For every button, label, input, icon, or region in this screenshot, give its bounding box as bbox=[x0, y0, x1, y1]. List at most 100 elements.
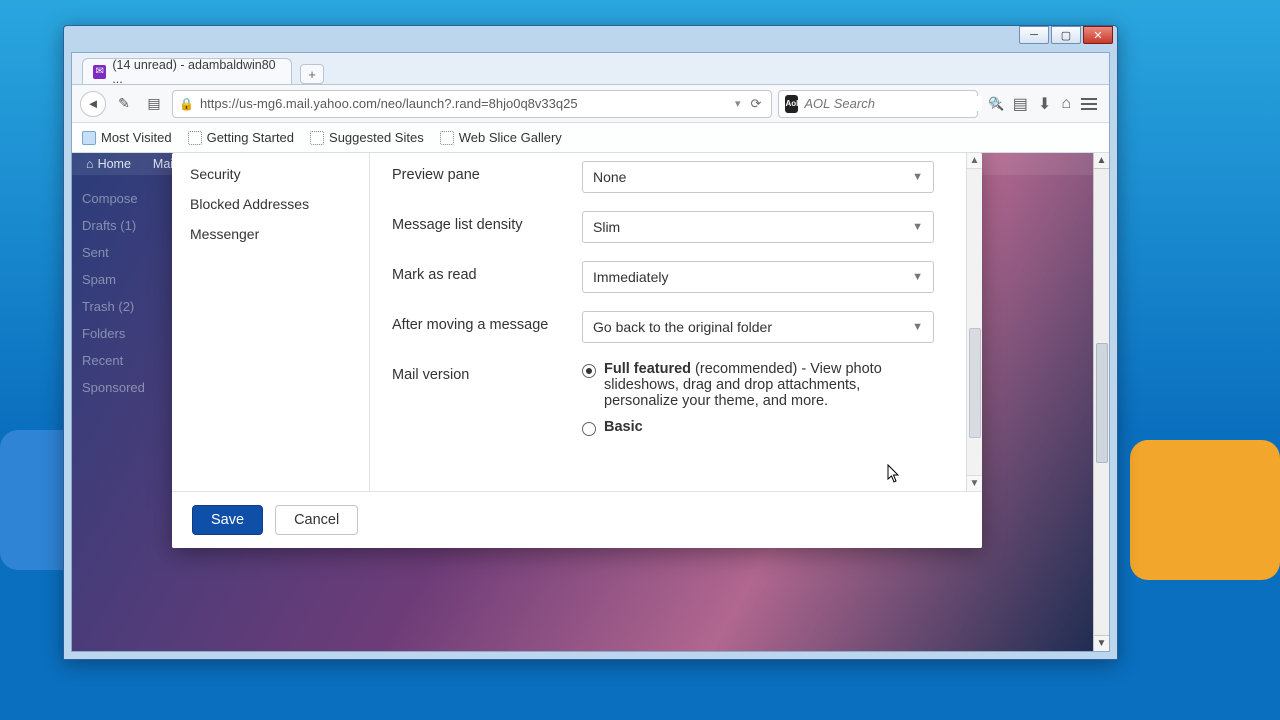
nav-label: Home bbox=[98, 157, 131, 171]
label-preview-pane: Preview pane bbox=[392, 161, 582, 183]
radio-full-featured[interactable]: Full featured (recommended) - View photo… bbox=[582, 361, 934, 409]
page-scrollbar[interactable]: ▲ ▼ bbox=[1093, 153, 1109, 651]
radio-label: Basic bbox=[604, 419, 643, 435]
bookmark-page-icon bbox=[440, 131, 454, 145]
menu-icon[interactable] bbox=[1081, 98, 1097, 110]
settings-form: Preview pane None ▼ Message list density bbox=[370, 153, 982, 491]
select-value: Immediately bbox=[593, 269, 668, 285]
url-bar[interactable]: 🔒 https://us-mg6.mail.yahoo.com/neo/laun… bbox=[172, 90, 772, 118]
search-provider-icon: Aol bbox=[785, 95, 798, 113]
url-text: https://us-mg6.mail.yahoo.com/neo/launch… bbox=[200, 96, 729, 111]
bookmark-most-visited[interactable]: Most Visited bbox=[82, 130, 172, 145]
dropdown-history-icon[interactable]: ▾ bbox=[729, 97, 747, 110]
navigation-bar: ◄ ✎ ▤ 🔒 https://us-mg6.mail.yahoo.com/ne… bbox=[72, 85, 1109, 123]
label-mail-version: Mail version bbox=[392, 361, 582, 383]
radio-icon bbox=[582, 422, 596, 436]
back-button[interactable]: ◄ bbox=[80, 91, 106, 117]
scroll-down-icon[interactable]: ▼ bbox=[967, 475, 982, 491]
label-density: Message list density bbox=[392, 211, 582, 233]
bookmark-label: Getting Started bbox=[207, 130, 294, 145]
bookmark-getting-started[interactable]: Getting Started bbox=[188, 130, 294, 145]
clipboard-icon[interactable]: ▤ bbox=[1013, 94, 1028, 114]
row-mark-read: Mark as read Immediately ▼ bbox=[392, 261, 960, 293]
row-after-move: After moving a message Go back to the or… bbox=[392, 311, 960, 343]
window-minimize-button[interactable]: ─ bbox=[1019, 26, 1049, 44]
home-icon: ⌂ bbox=[86, 157, 94, 171]
select-value: Slim bbox=[593, 219, 620, 235]
browser-tab[interactable]: ✉ (14 unread) - adambaldwin80 ... bbox=[82, 58, 292, 84]
window-maximize-button[interactable]: ▢ bbox=[1051, 26, 1081, 44]
page-content: ⌂Home Mail News Sports Finance Weather G… bbox=[72, 153, 1109, 651]
save-button[interactable]: Save bbox=[192, 505, 263, 535]
bookmarks-bar: Most Visited Getting Started Suggested S… bbox=[72, 123, 1109, 153]
radio-icon bbox=[582, 364, 596, 378]
cancel-button[interactable]: Cancel bbox=[275, 505, 358, 535]
toolbar-icons: ☆ ▤ ⬇ ⌂ bbox=[984, 94, 1101, 114]
row-preview-pane: Preview pane None ▼ bbox=[392, 161, 960, 193]
tab-strip: ✉ (14 unread) - adambaldwin80 ... + bbox=[72, 53, 1109, 85]
chevron-down-icon: ▼ bbox=[912, 271, 923, 283]
select-density[interactable]: Slim ▼ bbox=[582, 211, 934, 243]
reload-button[interactable]: ⟳ bbox=[747, 96, 766, 112]
dialog-footer: Save Cancel bbox=[172, 492, 982, 548]
bookmark-label: Most Visited bbox=[101, 130, 172, 145]
folder-drafts[interactable]: Drafts (1) bbox=[80, 212, 174, 239]
folder-sent[interactable]: Sent bbox=[80, 239, 174, 266]
scroll-up-icon[interactable]: ▲ bbox=[967, 153, 982, 169]
radio-basic[interactable]: Basic bbox=[582, 419, 934, 436]
search-input[interactable] bbox=[804, 96, 982, 111]
scroll-thumb[interactable] bbox=[969, 328, 981, 438]
library-icon[interactable]: ▤ bbox=[142, 92, 166, 116]
label-mark-read: Mark as read bbox=[392, 261, 582, 283]
bookmark-star-icon[interactable]: ☆ bbox=[988, 94, 1002, 114]
lock-icon: 🔒 bbox=[179, 97, 194, 111]
scroll-thumb[interactable] bbox=[1096, 343, 1108, 463]
dialog-body: Security Blocked Addresses Messenger Pre… bbox=[172, 153, 982, 492]
bookmark-label: Suggested Sites bbox=[329, 130, 424, 145]
scroll-up-icon[interactable]: ▲ bbox=[1094, 153, 1109, 169]
compose-button[interactable]: Compose bbox=[80, 185, 174, 212]
folders-heading[interactable]: Folders bbox=[80, 320, 174, 347]
mail-left-rail: Compose Drafts (1) Sent Spam Trash (2) F… bbox=[72, 175, 182, 651]
folder-trash[interactable]: Trash (2) bbox=[80, 293, 174, 320]
chevron-down-icon: ▼ bbox=[912, 171, 923, 183]
dropper-icon[interactable]: ✎ bbox=[112, 92, 136, 116]
most-visited-icon bbox=[82, 131, 96, 145]
bookmark-web-slice[interactable]: Web Slice Gallery bbox=[440, 130, 562, 145]
select-preview-pane[interactable]: None ▼ bbox=[582, 161, 934, 193]
window-titlebar: ─ ▢ ✕ bbox=[64, 26, 1117, 52]
folder-spam[interactable]: Spam bbox=[80, 266, 174, 293]
sidebar-item-security[interactable]: Security bbox=[172, 159, 369, 189]
select-value: Go back to the original folder bbox=[593, 319, 772, 335]
bookmark-label: Web Slice Gallery bbox=[459, 130, 562, 145]
tab-favicon-icon: ✉ bbox=[93, 65, 106, 79]
sidebar-item-messenger[interactable]: Messenger bbox=[172, 219, 369, 249]
tab-title: (14 unread) - adambaldwin80 ... bbox=[112, 58, 281, 86]
select-value: None bbox=[593, 169, 626, 185]
browser-window: ─ ▢ ✕ ✉ (14 unread) - adambaldwin80 ... … bbox=[63, 25, 1118, 660]
nav-home[interactable]: ⌂ Home bbox=[86, 157, 131, 171]
download-icon[interactable]: ⬇ bbox=[1038, 94, 1051, 114]
bookmark-page-icon bbox=[188, 131, 202, 145]
sidebar-item-blocked-addresses[interactable]: Blocked Addresses bbox=[172, 189, 369, 219]
bookmark-suggested-sites[interactable]: Suggested Sites bbox=[310, 130, 424, 145]
home-icon[interactable]: ⌂ bbox=[1061, 95, 1071, 113]
chevron-down-icon: ▼ bbox=[912, 321, 923, 333]
row-mail-version: Mail version Full featured (recommended)… bbox=[392, 361, 960, 446]
radio-label: Full featured bbox=[604, 361, 691, 377]
browser-client: ✉ (14 unread) - adambaldwin80 ... + ◄ ✎ … bbox=[71, 52, 1110, 652]
row-density: Message list density Slim ▼ bbox=[392, 211, 960, 243]
window-close-button[interactable]: ✕ bbox=[1083, 26, 1113, 44]
sponsored-heading: Sponsored bbox=[80, 374, 174, 401]
chevron-down-icon: ▼ bbox=[912, 221, 923, 233]
select-mark-read[interactable]: Immediately ▼ bbox=[582, 261, 934, 293]
search-bar[interactable]: Aol 🔍 bbox=[778, 90, 978, 118]
select-after-move[interactable]: Go back to the original folder ▼ bbox=[582, 311, 934, 343]
new-tab-button[interactable]: + bbox=[300, 64, 324, 84]
recent-heading[interactable]: Recent bbox=[80, 347, 174, 374]
scroll-down-icon[interactable]: ▼ bbox=[1094, 635, 1109, 651]
settings-dialog: Security Blocked Addresses Messenger Pre… bbox=[172, 153, 982, 548]
dialog-scrollbar[interactable]: ▲ ▼ bbox=[966, 153, 982, 491]
label-after-move: After moving a message bbox=[392, 311, 582, 333]
settings-sidebar: Security Blocked Addresses Messenger bbox=[172, 153, 370, 491]
